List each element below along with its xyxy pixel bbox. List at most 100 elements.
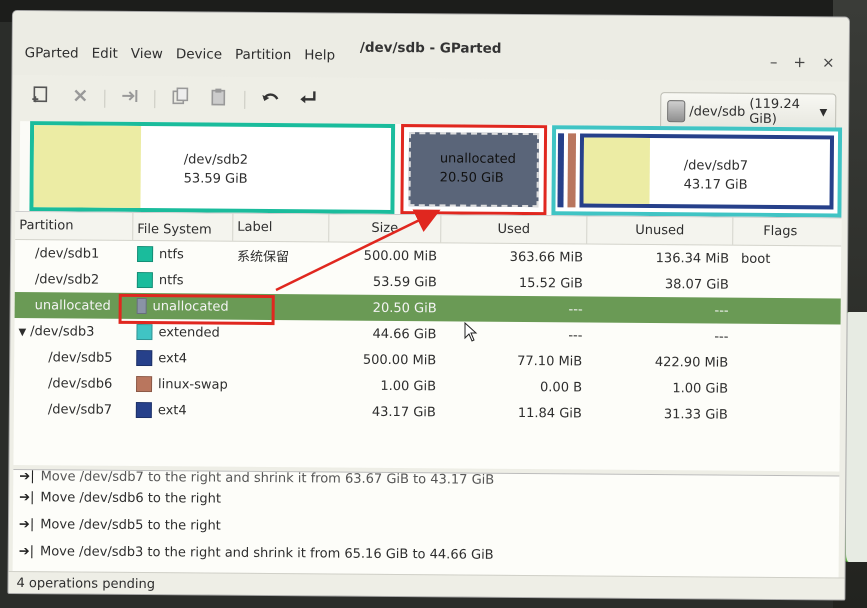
used-cell: ---	[568, 301, 583, 317]
unused-cell: 38.07 GiB	[664, 276, 729, 293]
size-cell: 53.59 GiB	[372, 274, 437, 290]
filesystem-color-swatch	[135, 401, 152, 419]
column-header-size[interactable]: Size	[329, 214, 442, 243]
resize-move-icon[interactable]	[116, 82, 144, 110]
used-cell: 11.84 GiB	[517, 405, 582, 421]
toolbar-separator	[154, 90, 156, 109]
segment-name: /dev/sdb7	[683, 158, 749, 174]
column-header-used[interactable]: Used	[441, 215, 588, 244]
label-cell	[232, 385, 328, 386]
mouse-cursor-icon	[464, 322, 478, 342]
operation-text: Move /dev/sdb5 to the right	[40, 517, 221, 534]
flags-cell: boot	[741, 251, 771, 267]
label-cell	[232, 411, 328, 412]
window-controls: – + ×	[770, 53, 835, 72]
unused-cell: ---	[714, 303, 729, 319]
partition-table: Partition File System Label Size Used Un…	[13, 211, 842, 472]
label-cell	[233, 281, 329, 282]
copy-icon[interactable]	[166, 82, 194, 110]
disk-segment-sdb7[interactable]: /dev/sdb7 43.17 GiB	[579, 133, 835, 210]
segment-name: unallocated	[439, 151, 516, 167]
column-header-partition[interactable]: Partition	[15, 212, 134, 240]
hard-disk-icon	[667, 100, 686, 123]
pending-operations-list: ➔| Move /dev/sdb7 to the right and shrin…	[12, 469, 840, 580]
segment-name: /dev/sdb2	[183, 152, 249, 168]
used-cell: ---	[568, 327, 583, 343]
flags-cell	[733, 285, 823, 286]
apply-icon[interactable]	[294, 83, 322, 111]
filesystem-cell: ntfs	[158, 272, 184, 288]
partition-cell: /dev/sdb5	[48, 349, 113, 366]
flags-cell	[732, 337, 822, 338]
maximize-icon[interactable]: +	[793, 53, 806, 71]
operation-text: Move /dev/sdb6 to the right	[40, 490, 222, 507]
toolbar-separator	[104, 89, 106, 108]
used-cell: 0.00 B	[539, 379, 583, 395]
size-cell: 44.66 GiB	[372, 326, 437, 342]
column-header-unused[interactable]: Unused	[587, 216, 734, 245]
label-cell	[232, 333, 328, 334]
size-cell: 1.00 GiB	[380, 378, 437, 394]
size-cell: 500.00 MiB	[362, 352, 437, 368]
unused-cell: 31.33 GiB	[663, 406, 728, 423]
expander-triangle-icon[interactable]: ▼	[18, 327, 26, 338]
column-header-filesystem[interactable]: File System	[133, 212, 234, 241]
device-name: /dev/sdb	[689, 103, 746, 120]
used-cell: 363.66 MiB	[509, 249, 584, 265]
close-icon[interactable]: ×	[822, 53, 835, 71]
filesystem-color-swatch	[136, 323, 153, 341]
filesystem-cell: linux-swap	[158, 376, 228, 393]
filesystem-color-swatch	[136, 271, 153, 289]
size-cell: 500.00 MiB	[363, 248, 438, 264]
partition-cell: /dev/sdb7	[47, 401, 113, 418]
flags-cell	[732, 415, 822, 416]
minimize-icon[interactable]: –	[770, 53, 778, 71]
size-cell: 43.17 GiB	[371, 404, 436, 420]
table-row[interactable]: /dev/sdb7 ext4 43.17 GiB 11.84 GiB 31.33…	[14, 396, 840, 428]
new-partition-icon[interactable]	[26, 81, 54, 109]
unused-cell: 422.90 MiB	[654, 354, 729, 371]
chevron-down-icon: ▼	[819, 106, 828, 118]
move-resize-icon: ➔|	[18, 544, 35, 560]
flags-cell	[732, 363, 822, 364]
partition-cell: /dev/sdb1	[35, 245, 100, 262]
partition-cell: /dev/sdb2	[34, 271, 100, 288]
unused-cell: 136.34 MiB	[655, 250, 730, 267]
delete-icon[interactable]	[66, 81, 94, 109]
used-space-fill	[583, 137, 651, 205]
move-resize-icon: ➔|	[18, 517, 35, 533]
segment-size: 53.59 GiB	[183, 171, 248, 187]
device-size: (119.24 GiB)	[749, 96, 800, 128]
partition-cell: /dev/sdb6	[48, 375, 113, 392]
used-cell: 77.10 MiB	[517, 353, 583, 369]
disk-segment-sdb5[interactable]	[557, 133, 565, 208]
flags-cell	[732, 389, 822, 390]
segment-size: 20.50 GiB	[439, 170, 504, 186]
filesystem-cell: ext4	[158, 350, 188, 366]
disk-segment-sdb6[interactable]	[567, 133, 577, 208]
disk-graphic: /dev/sdb2 53.59 GiB unallocated 20.50 Gi…	[19, 121, 843, 218]
list-item[interactable]: ➔| Move /dev/sdb3 to the right and shrin…	[13, 538, 839, 571]
disk-segment-extended[interactable]: /dev/sdb7 43.17 GiB	[551, 125, 843, 218]
unused-cell: ---	[714, 329, 729, 345]
partition-cell: /dev/sdb3	[30, 323, 95, 340]
toolbar-separator	[244, 90, 246, 109]
paste-icon[interactable]	[204, 83, 232, 111]
column-header-label[interactable]: Label	[233, 213, 330, 242]
label-cell	[232, 359, 328, 360]
used-cell: 15.52 GiB	[518, 275, 583, 291]
filesystem-cell: extended	[158, 324, 220, 341]
column-header-flags[interactable]: Flags	[733, 218, 823, 246]
used-space-fill	[33, 125, 142, 209]
disk-segment-unallocated[interactable]: unallocated 20.50 GiB	[400, 124, 548, 216]
filesystem-color-swatch	[137, 245, 154, 263]
filesystem-color-swatch	[136, 375, 153, 393]
annotation-highlight-box	[118, 293, 275, 326]
undo-icon[interactable]	[256, 83, 284, 111]
size-cell: 20.50 GiB	[372, 300, 437, 316]
unused-cell: 1.00 GiB	[672, 380, 729, 397]
move-resize-icon: ➔|	[19, 470, 35, 485]
filesystem-cell: ext4	[157, 402, 187, 418]
disk-segment-sdb2[interactable]: /dev/sdb2 53.59 GiB	[29, 121, 396, 215]
gparted-window: GParted Edit View Device Partition Help …	[7, 10, 850, 601]
